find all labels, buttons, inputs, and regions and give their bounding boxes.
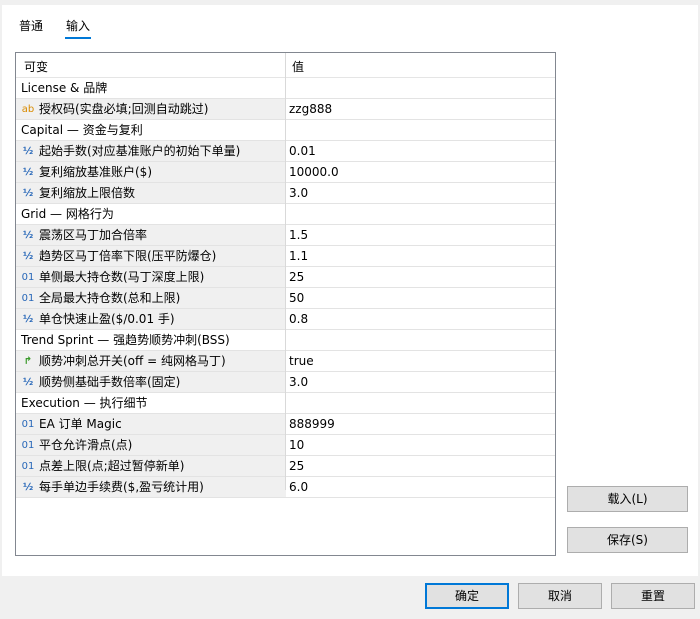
parameter-value[interactable]: 10 xyxy=(286,435,555,455)
row-label: Trend Sprint — 强趋势顺势冲刺(BSS) xyxy=(21,333,230,347)
row-label: 单侧最大持仓数(马丁深度上限) xyxy=(39,270,205,284)
parameter-name: ½ 趋势区马丁倍率下限(压平防爆仓) xyxy=(16,246,285,266)
ok-button[interactable]: 确定 xyxy=(425,583,509,609)
active-tab-indicator xyxy=(65,37,91,39)
parameter-name: 01 点差上限(点;超过暂停新单) xyxy=(16,456,285,476)
bool-type-icon: ↱ xyxy=(23,355,33,367)
load-button[interactable]: 载入(L) xyxy=(567,486,688,512)
row-label: Execution — 执行细节 xyxy=(21,396,148,410)
category-label: Grid — 网格行为 xyxy=(16,204,285,224)
row-label: 顺势冲刺总开关(off = 纯网格马丁) xyxy=(39,354,226,368)
row-label: 平仓允许滑点(点) xyxy=(39,438,133,452)
double-type-icon: ½ xyxy=(22,187,34,199)
parameter-value[interactable]: 50 xyxy=(286,288,555,308)
save-button[interactable]: 保存(S) xyxy=(567,527,688,553)
double-type-icon: ½ xyxy=(22,145,34,157)
integer-type-icon: 01 xyxy=(21,460,35,472)
parameter-value[interactable]: 1.1 xyxy=(286,246,555,266)
category-value xyxy=(286,120,555,140)
row-label: Capital — 资金与复利 xyxy=(21,123,143,137)
parameter-value[interactable]: 0.8 xyxy=(286,309,555,329)
row-label: 顺势侧基础手数倍率(固定) xyxy=(39,375,181,389)
parameter-name: 01 单侧最大持仓数(马丁深度上限) xyxy=(16,267,285,287)
row-label: 单仓快速止盈($/0.01 手) xyxy=(39,312,175,326)
category-label: Execution — 执行细节 xyxy=(16,393,285,413)
parameter-name: 01 全局最大持仓数(总和上限) xyxy=(16,288,285,308)
category-value xyxy=(286,204,555,224)
row-label: EA 订单 Magic xyxy=(39,417,122,431)
parameter-value[interactable]: 1.5 xyxy=(286,225,555,245)
row-label: 复利缩放上限倍数 xyxy=(39,186,136,200)
integer-type-icon: 01 xyxy=(21,271,35,283)
parameter-name: ½ 单仓快速止盈($/0.01 手) xyxy=(16,309,285,329)
parameter-name: ½ 顺势侧基础手数倍率(固定) xyxy=(16,372,285,392)
category-value xyxy=(286,78,555,98)
parameter-value[interactable]: 10000.0 xyxy=(286,162,555,182)
double-type-icon: ½ xyxy=(22,313,34,325)
string-type-icon: ab xyxy=(21,103,35,115)
parameter-value[interactable]: 0.01 xyxy=(286,141,555,161)
parameter-name: ½ 震荡区马丁加合倍率 xyxy=(16,225,285,245)
tab-inputs[interactable]: 输入 xyxy=(66,17,90,34)
header-value[interactable]: 值 xyxy=(292,58,304,75)
tab-general[interactable]: 普通 xyxy=(19,17,43,34)
integer-type-icon: 01 xyxy=(21,292,35,304)
parameter-name: ½ 复利缩放基准账户($) xyxy=(16,162,285,182)
row-label: 授权码(实盘必填;回测自动跳过) xyxy=(39,102,209,116)
row-label: 起始手数(对应基准账户的初始下单量) xyxy=(39,144,241,158)
parameter-value[interactable]: 25 xyxy=(286,456,555,476)
double-type-icon: ½ xyxy=(22,166,34,178)
parameter-name: ½ 每手单边手续费($,盈亏统计用) xyxy=(16,477,285,497)
cancel-button[interactable]: 取消 xyxy=(518,583,602,609)
parameter-value[interactable]: 888999 xyxy=(286,414,555,434)
row-label: License & 品牌 xyxy=(21,81,108,95)
parameter-value[interactable]: 3.0 xyxy=(286,372,555,392)
inputs-grid: 可变 值 License & 品牌 ab 授权码(实盘必填;回测自动跳过) zzg88… xyxy=(15,52,556,556)
row-label: Grid — 网格行为 xyxy=(21,207,114,221)
row-label: 点差上限(点;超过暂停新单) xyxy=(39,459,185,473)
parameter-value[interactable]: 6.0 xyxy=(286,477,555,497)
parameter-value[interactable]: zzg888 xyxy=(286,99,555,119)
parameter-name: 01 平仓允许滑点(点) xyxy=(16,435,285,455)
parameter-value[interactable]: true xyxy=(286,351,555,371)
category-value xyxy=(286,330,555,350)
parameter-value[interactable]: 3.0 xyxy=(286,183,555,203)
double-type-icon: ½ xyxy=(22,376,34,388)
parameter-name: ½ 起始手数(对应基准账户的初始下单量) xyxy=(16,141,285,161)
category-label: Capital — 资金与复利 xyxy=(16,120,285,140)
row-label: 趋势区马丁倍率下限(压平防爆仓) xyxy=(39,249,217,263)
double-type-icon: ½ xyxy=(22,481,34,493)
double-type-icon: ½ xyxy=(22,250,34,262)
category-label: Trend Sprint — 强趋势顺势冲刺(BSS) xyxy=(16,330,285,350)
parameter-name: ab 授权码(实盘必填;回测自动跳过) xyxy=(16,99,285,119)
category-value xyxy=(286,393,555,413)
integer-type-icon: 01 xyxy=(21,418,35,430)
category-label: License & 品牌 xyxy=(16,78,285,98)
double-type-icon: ½ xyxy=(22,229,34,241)
row-label: 震荡区马丁加合倍率 xyxy=(39,228,148,242)
parameter-value[interactable]: 25 xyxy=(286,267,555,287)
integer-type-icon: 01 xyxy=(21,439,35,451)
row-label: 全局最大持仓数(总和上限) xyxy=(39,291,181,305)
reset-button[interactable]: 重置 xyxy=(611,583,695,609)
row-label: 复利缩放基准账户($) xyxy=(39,165,152,179)
header-variable[interactable]: 可变 xyxy=(24,58,48,75)
parameter-name: 01 EA 订单 Magic xyxy=(16,414,285,434)
row-label: 每手单边手续费($,盈亏统计用) xyxy=(39,480,204,494)
parameter-name: ↱ 顺势冲刺总开关(off = 纯网格马丁) xyxy=(16,351,285,371)
parameter-name: ½ 复利缩放上限倍数 xyxy=(16,183,285,203)
column-separator xyxy=(285,53,286,490)
